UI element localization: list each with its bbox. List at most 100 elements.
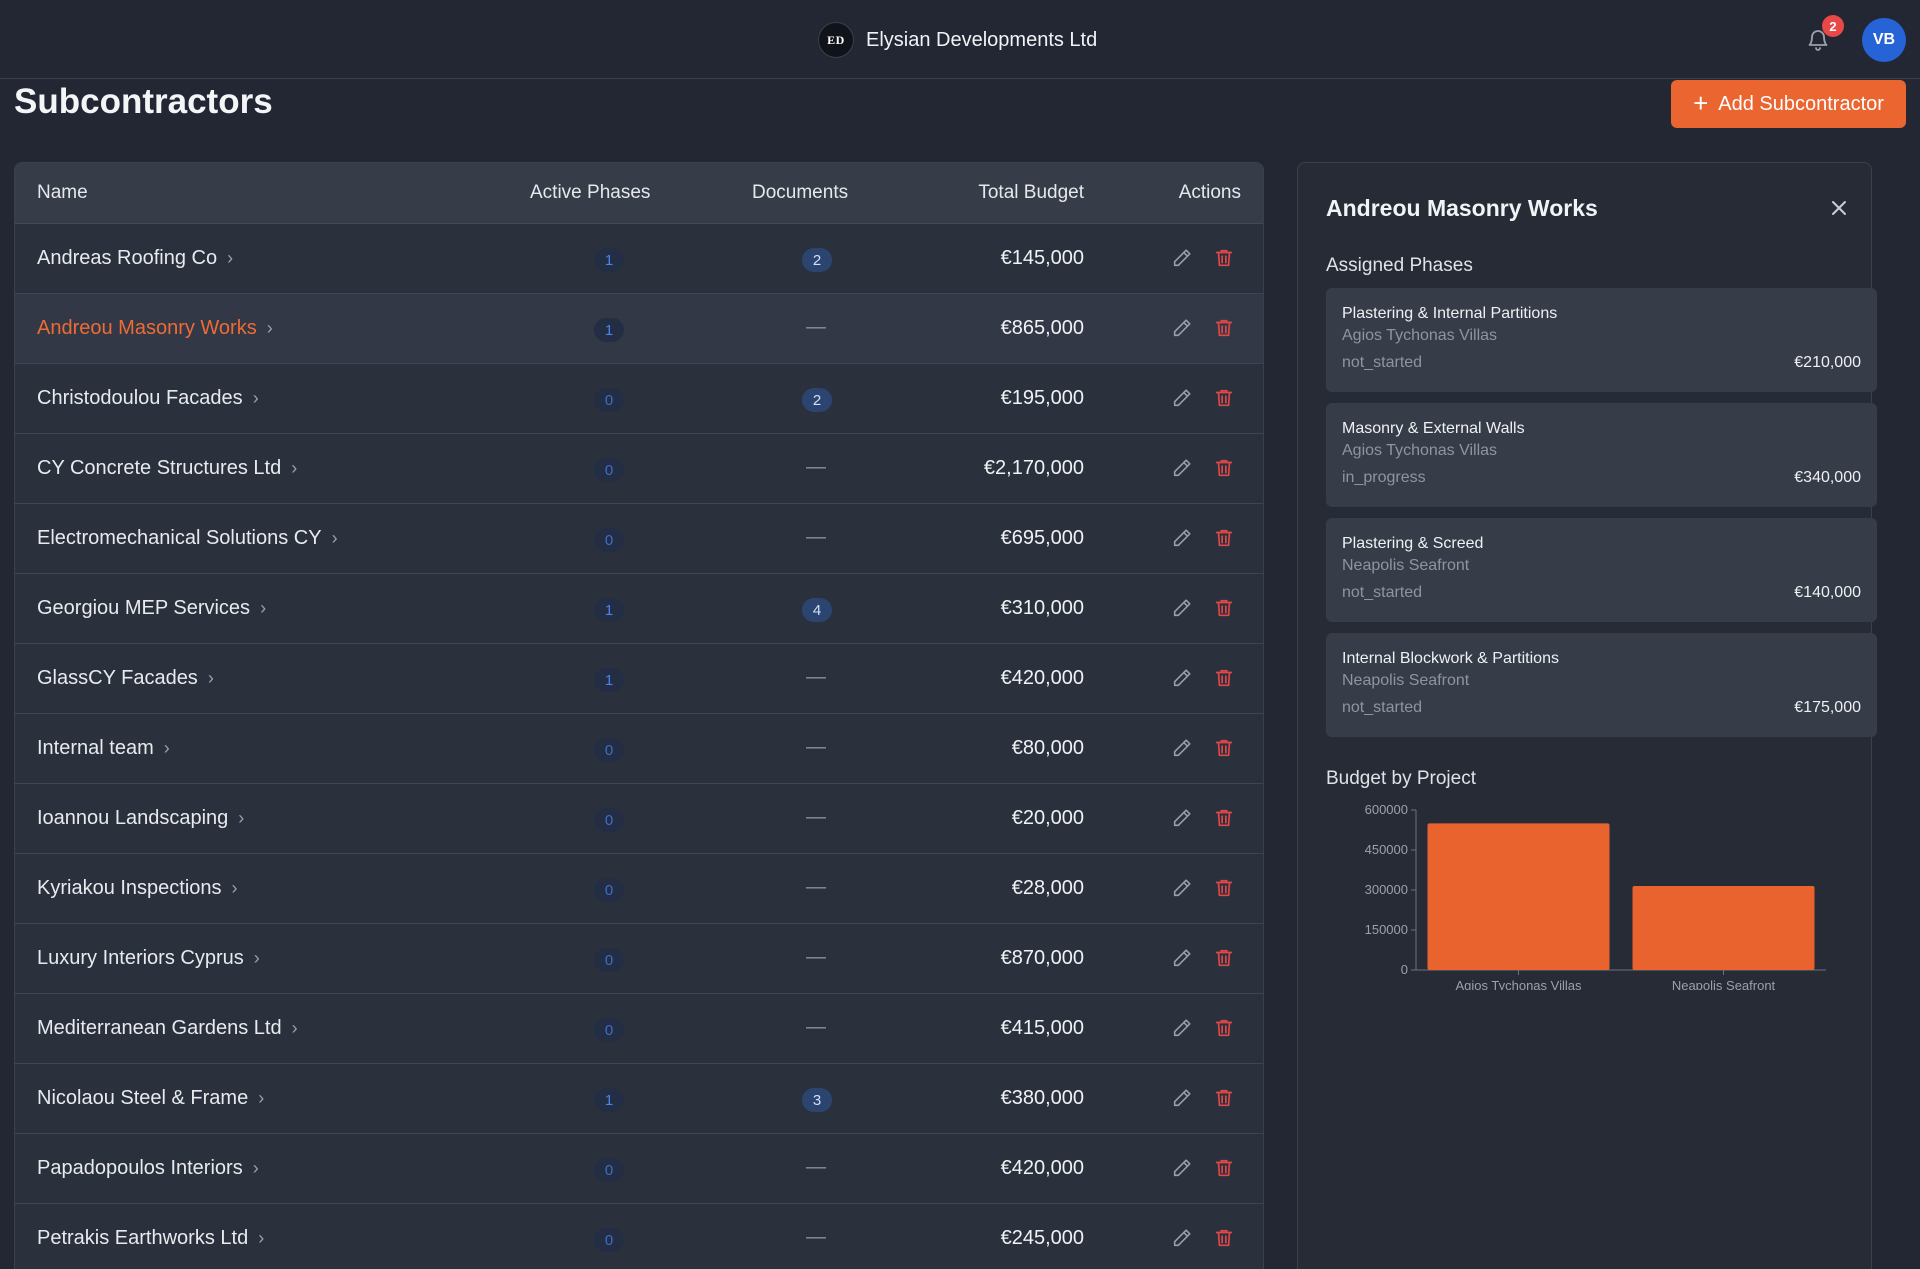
table-row[interactable]: Georgiou MEP Services › 1 4 €310,000 bbox=[15, 574, 1263, 644]
table-row[interactable]: GlassCY Facades › 1 — €420,000 bbox=[15, 644, 1263, 714]
edit-icon[interactable] bbox=[1171, 877, 1193, 899]
subcontractor-name-link[interactable]: Christodoulou Facades › bbox=[37, 387, 259, 410]
subcontractor-name-link[interactable]: Internal team › bbox=[37, 737, 170, 760]
phase-card[interactable]: Plastering & Internal Partitions Agios Ty… bbox=[1326, 288, 1877, 392]
edit-icon[interactable] bbox=[1171, 387, 1193, 409]
edit-icon[interactable] bbox=[1171, 317, 1193, 339]
phase-budget: €340,000 bbox=[1794, 469, 1861, 486]
y-tick-label: 600000 bbox=[1365, 802, 1408, 817]
documents-empty: — bbox=[806, 316, 826, 338]
subcontractor-name-link[interactable]: GlassCY Facades › bbox=[37, 667, 214, 690]
documents-badge[interactable]: 4 bbox=[802, 598, 832, 622]
subcontractor-name: GlassCY Facades bbox=[37, 667, 198, 689]
subcontractor-name: Electromechanical Solutions CY bbox=[37, 527, 322, 549]
phase-card[interactable]: Plastering & Screed Neapolis Seafront not_… bbox=[1326, 518, 1877, 622]
delete-icon[interactable] bbox=[1213, 387, 1235, 409]
edit-icon[interactable] bbox=[1171, 597, 1193, 619]
subcontractor-name-link[interactable]: Andreou Masonry Works › bbox=[37, 317, 273, 340]
brand[interactable]: ED Elysian Developments Ltd bbox=[818, 22, 1097, 58]
delete-icon[interactable] bbox=[1213, 597, 1235, 619]
subcontractor-name: Ioannou Landscaping bbox=[37, 807, 229, 829]
edit-icon[interactable] bbox=[1171, 1087, 1193, 1109]
edit-icon[interactable] bbox=[1171, 947, 1193, 969]
delete-icon[interactable] bbox=[1213, 457, 1235, 479]
phase-status: in_progress bbox=[1342, 469, 1426, 486]
total-budget: €865,000 bbox=[1000, 317, 1084, 339]
phase-card[interactable]: Internal Blockwork & Partitions Neapolis … bbox=[1326, 633, 1877, 737]
edit-icon[interactable] bbox=[1171, 457, 1193, 479]
delete-icon[interactable] bbox=[1213, 667, 1235, 689]
subcontractor-name-link[interactable]: Kyriakou Inspections › bbox=[37, 877, 238, 900]
subcontractor-name-link[interactable]: Ioannou Landscaping › bbox=[37, 807, 244, 830]
top-bar: ED Elysian Developments Ltd 2 VB bbox=[0, 0, 1920, 79]
subcontractor-name: Andreou Masonry Works bbox=[37, 317, 257, 339]
delete-icon[interactable] bbox=[1213, 1017, 1235, 1039]
edit-icon[interactable] bbox=[1171, 1227, 1193, 1249]
chevron-right-icon: › bbox=[252, 1158, 259, 1178]
table-row[interactable]: Christodoulou Facades › 0 2 €195,000 bbox=[15, 364, 1263, 434]
column-header-name[interactable]: Name bbox=[37, 182, 88, 204]
y-tick-label: 300000 bbox=[1365, 882, 1408, 897]
delete-icon[interactable] bbox=[1213, 807, 1235, 829]
edit-icon[interactable] bbox=[1171, 1017, 1193, 1039]
add-subcontractor-button[interactable]: + Add Subcontractor bbox=[1671, 80, 1906, 128]
table-row[interactable]: Andreas Roofing Co › 1 2 €145,000 bbox=[15, 224, 1263, 294]
column-header-active-phases[interactable]: Active Phases bbox=[530, 182, 650, 204]
close-icon[interactable] bbox=[1828, 197, 1850, 219]
phase-name: Masonry & External Walls bbox=[1342, 420, 1525, 437]
subcontractor-name: Georgiou MEP Services bbox=[37, 597, 251, 619]
delete-icon[interactable] bbox=[1213, 1087, 1235, 1109]
edit-icon[interactable] bbox=[1171, 247, 1193, 269]
documents-badge[interactable]: 3 bbox=[802, 1088, 832, 1112]
delete-icon[interactable] bbox=[1213, 247, 1235, 269]
delete-icon[interactable] bbox=[1213, 1157, 1235, 1179]
table-row[interactable]: Kyriakou Inspections › 0 — €28,000 bbox=[15, 854, 1263, 924]
table-row[interactable]: Papadopoulos Interiors › 0 — €420,000 bbox=[15, 1134, 1263, 1204]
table-row[interactable]: Petrakis Earthworks Ltd › 0 — €245,000 bbox=[15, 1204, 1263, 1269]
subcontractor-name-link[interactable]: Petrakis Earthworks Ltd › bbox=[37, 1227, 264, 1250]
delete-icon[interactable] bbox=[1213, 1227, 1235, 1249]
notification-badge[interactable]: 2 bbox=[1822, 15, 1844, 37]
edit-icon[interactable] bbox=[1171, 667, 1193, 689]
delete-icon[interactable] bbox=[1213, 737, 1235, 759]
chart-bar bbox=[1632, 886, 1815, 970]
table-row[interactable]: Internal team › 0 — €80,000 bbox=[15, 714, 1263, 784]
subcontractor-name-link[interactable]: CY Concrete Structures Ltd › bbox=[37, 457, 297, 480]
edit-icon[interactable] bbox=[1171, 1157, 1193, 1179]
documents-badge[interactable]: 2 bbox=[802, 388, 832, 412]
edit-icon[interactable] bbox=[1171, 807, 1193, 829]
phase-card[interactable]: Masonry & External Walls Agios Tychonas V… bbox=[1326, 403, 1877, 507]
delete-icon[interactable] bbox=[1213, 877, 1235, 899]
table-row[interactable]: Ioannou Landscaping › 0 — €20,000 bbox=[15, 784, 1263, 854]
edit-icon[interactable] bbox=[1171, 527, 1193, 549]
column-header-documents[interactable]: Documents bbox=[752, 182, 848, 204]
user-avatar[interactable]: VB bbox=[1862, 18, 1906, 62]
subcontractor-name-link[interactable]: Georgiou MEP Services › bbox=[37, 597, 266, 620]
table-row[interactable]: Andreou Masonry Works › 1 — €865,000 bbox=[15, 294, 1263, 364]
table-row[interactable]: CY Concrete Structures Ltd › 0 — €2,170,000 bbox=[15, 434, 1263, 504]
delete-icon[interactable] bbox=[1213, 947, 1235, 969]
table-row[interactable]: Electromechanical Solutions CY › 0 — €695,00… bbox=[15, 504, 1263, 574]
chevron-right-icon: › bbox=[231, 878, 238, 898]
documents-badge[interactable]: 2 bbox=[802, 248, 832, 272]
delete-icon[interactable] bbox=[1213, 527, 1235, 549]
active-phases-badge: 0 bbox=[594, 528, 624, 552]
total-budget: €28,000 bbox=[1011, 877, 1084, 899]
table-row[interactable]: Nicolaou Steel & Frame › 1 3 €380,000 bbox=[15, 1064, 1263, 1134]
table-row[interactable]: Mediterranean Gardens Ltd › 0 — €415,000 bbox=[15, 994, 1263, 1064]
subcontractor-name-link[interactable]: Electromechanical Solutions CY › bbox=[37, 527, 338, 550]
column-header-total-budget[interactable]: Total Budget bbox=[978, 182, 1084, 204]
delete-icon[interactable] bbox=[1213, 317, 1235, 339]
subcontractor-name-link[interactable]: Andreas Roofing Co › bbox=[37, 247, 233, 270]
subcontractor-name-link[interactable]: Papadopoulos Interiors › bbox=[37, 1157, 259, 1180]
phase-budget: €210,000 bbox=[1794, 354, 1861, 371]
table-body: Andreas Roofing Co › 1 2 €145,000 Andreou Mas… bbox=[15, 224, 1263, 1269]
edit-icon[interactable] bbox=[1171, 737, 1193, 759]
active-phases-badge: 0 bbox=[594, 1228, 624, 1252]
table-row[interactable]: Luxury Interiors Cyprus › 0 — €870,000 bbox=[15, 924, 1263, 994]
total-budget: €310,000 bbox=[1000, 597, 1084, 619]
subcontractor-name-link[interactable]: Nicolaou Steel & Frame › bbox=[37, 1087, 264, 1110]
subcontractor-name-link[interactable]: Mediterranean Gardens Ltd › bbox=[37, 1017, 298, 1040]
subcontractor-name-link[interactable]: Luxury Interiors Cyprus › bbox=[37, 947, 260, 970]
phase-status: not_started bbox=[1342, 699, 1423, 716]
